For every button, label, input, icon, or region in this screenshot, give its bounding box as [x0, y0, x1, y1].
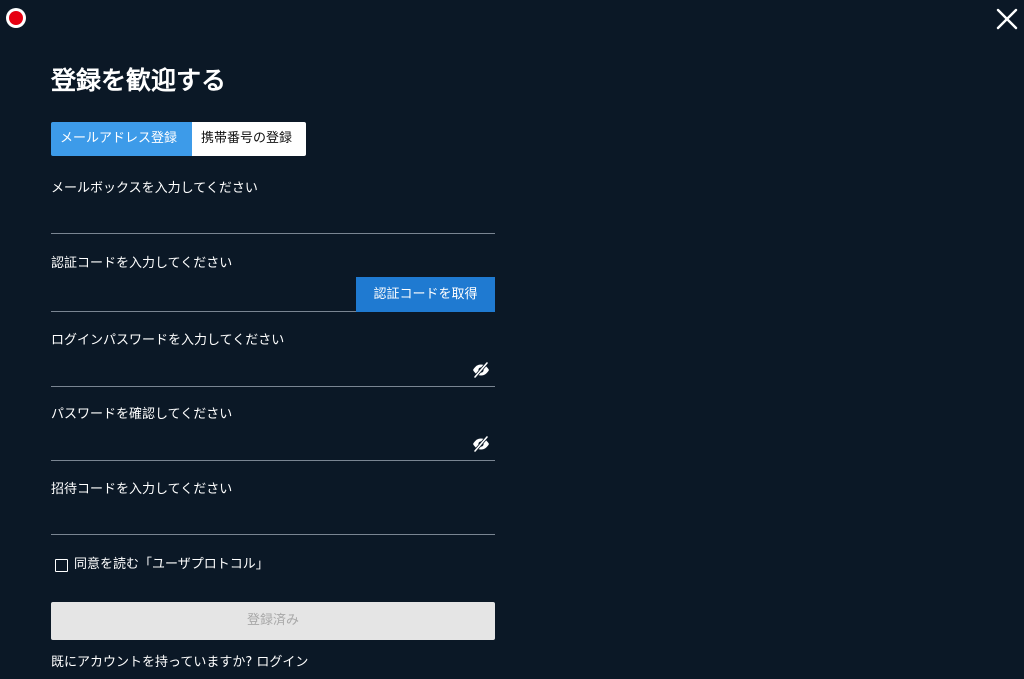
user-protocol-link[interactable]: 「ユーザプロトコル」 [139, 556, 269, 574]
agreement-checkbox[interactable] [55, 558, 68, 572]
password-label: ログインパスワードを入力してください [51, 333, 285, 348]
email-field-container [51, 205, 495, 234]
close-icon[interactable] [994, 6, 1020, 32]
password-field-container [51, 356, 495, 387]
login-prompt-text: 既にアカウントを持っていますか? [51, 655, 257, 670]
agreement-row: 同意を読む 「ユーザプロトコル」 [55, 556, 269, 574]
confirm-password-label: パスワードを確認してください [51, 407, 233, 422]
tab-email-register[interactable]: メールアドレス登録 [51, 122, 192, 156]
registration-dialog: 登録を歓迎する メールアドレス登録 携帯番号の登録 メールボックスを入力してくだ… [0, 0, 1024, 679]
email-label: メールボックスを入力してください [51, 181, 258, 196]
code-field-container [51, 281, 356, 312]
login-link[interactable]: ログイン [256, 655, 308, 670]
verification-code-field[interactable] [51, 281, 346, 311]
confirm-password-field[interactable] [51, 430, 431, 460]
register-tabs: メールアドレス登録 携帯番号の登録 [51, 122, 306, 156]
get-code-button[interactable]: 認証コードを取得 [356, 277, 495, 312]
invite-code-container [51, 505, 495, 535]
eye-off-icon[interactable] [472, 435, 490, 453]
confirm-password-container [51, 430, 495, 461]
agreement-text: 同意を読む [74, 557, 140, 572]
tab-phone-register[interactable]: 携帯番号の登録 [192, 122, 306, 156]
login-prompt-row: 既にアカウントを持っていますか? ログイン [51, 654, 308, 672]
invite-code-label: 招待コードを入力してください [51, 482, 233, 497]
page-title: 登録を歓迎する [51, 66, 227, 95]
invite-code-field[interactable] [51, 505, 431, 534]
record-dot-icon [6, 8, 26, 28]
password-field[interactable] [51, 356, 431, 386]
eye-off-icon[interactable] [472, 361, 490, 379]
code-label: 認証コードを入力してください [51, 256, 233, 271]
register-button[interactable]: 登録済み [51, 602, 495, 640]
email-field[interactable] [51, 205, 431, 233]
